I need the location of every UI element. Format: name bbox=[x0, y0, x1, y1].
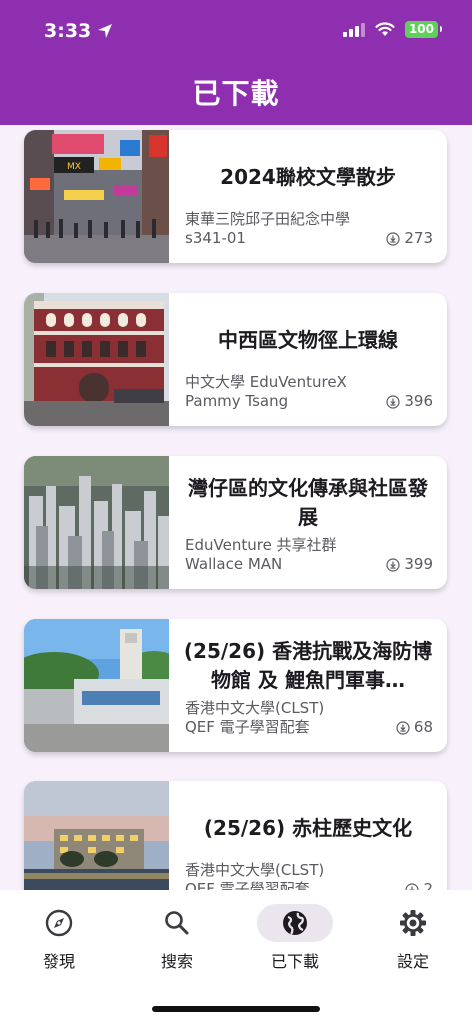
download-count-value: 68 bbox=[413, 718, 433, 736]
download-icon bbox=[386, 557, 400, 572]
download-count: 273 bbox=[386, 229, 433, 248]
thumbnail-waterfront-dusk bbox=[24, 781, 169, 890]
download-count: 396 bbox=[386, 392, 433, 411]
svg-text:MX: MX bbox=[67, 162, 81, 172]
nav-item-downloaded[interactable]: 已下載 bbox=[250, 904, 340, 972]
download-count: 399 bbox=[386, 555, 433, 574]
download-card[interactable]: 灣仔區的文化傳承與社區發展 EduVenture 共享社群 Wallace MA… bbox=[24, 456, 447, 589]
author-line-1: 香港中文大學(CLST) bbox=[185, 861, 325, 879]
status-bar-indicators: 100 bbox=[342, 21, 443, 38]
author-line-1: 香港中文大學(CLST) bbox=[185, 699, 325, 717]
author-line-2: QEF 電子學習配套 bbox=[185, 718, 310, 736]
author-line-1: 東華三院邱子田紀念中學 bbox=[185, 210, 351, 228]
nav-label: 已下載 bbox=[270, 952, 319, 971]
download-count-value: 273 bbox=[404, 229, 433, 247]
nav-label: 發現 bbox=[42, 952, 75, 971]
card-title: (25/26) 香港抗戰及海防博物館 及 鯉魚門軍事… bbox=[183, 639, 433, 692]
thumbnail-museum-monument bbox=[24, 619, 169, 752]
download-card[interactable]: (25/26) 赤柱歷史文化 香港中文大學(CLST) QEF 電子學習配套 2 bbox=[24, 781, 447, 890]
nav-label: 搜索 bbox=[160, 952, 193, 971]
status-time-text: 3:33 bbox=[44, 20, 92, 42]
cellular-signal-icon bbox=[342, 22, 365, 37]
download-icon bbox=[405, 882, 420, 890]
nav-item-search[interactable]: 搜索 bbox=[132, 904, 222, 972]
download-count-value: 2 bbox=[423, 880, 433, 890]
gear-icon bbox=[375, 904, 451, 942]
download-card[interactable]: (25/26) 香港抗戰及海防博物館 及 鯉魚門軍事… 香港中文大學(CLST)… bbox=[24, 619, 447, 752]
home-indicator[interactable] bbox=[152, 1006, 320, 1012]
page-title: 已下載 bbox=[192, 77, 280, 110]
download-count-value: 399 bbox=[404, 555, 433, 573]
card-author: EduVenture 共享社群 Wallace MAN bbox=[185, 536, 337, 574]
download-card[interactable]: MX 2024聯校文學散步 東華三院邱子田紀念中學 s341-01 273 bbox=[24, 130, 447, 263]
globe-icon bbox=[257, 904, 333, 942]
download-count: 2 bbox=[405, 880, 433, 890]
author-line-2: QEF 電子學習配套 bbox=[185, 880, 310, 890]
thumbnail-city-skyline bbox=[24, 456, 169, 589]
author-line-2: s341-01 bbox=[185, 229, 246, 247]
download-card[interactable]: 中西區文物徑上環線 中文大學 EduVentureX Pammy Tsang 3… bbox=[24, 293, 447, 426]
download-icon bbox=[386, 394, 400, 409]
wifi-icon bbox=[375, 22, 395, 36]
author-line-1: 中文大學 EduVentureX bbox=[185, 373, 347, 391]
author-line-1: EduVenture 共享社群 bbox=[185, 536, 337, 554]
location-arrow-icon bbox=[98, 24, 113, 38]
author-line-2: Pammy Tsang bbox=[185, 392, 289, 410]
card-author: 香港中文大學(CLST) QEF 電子學習配套 bbox=[185, 861, 324, 890]
card-author: 東華三院邱子田紀念中學 s341-01 bbox=[185, 210, 350, 248]
downloads-list[interactable]: MX 2024聯校文學散步 東華三院邱子田紀念中學 s341-01 273 中西… bbox=[0, 125, 472, 890]
download-count-value: 396 bbox=[404, 392, 433, 410]
card-title: 2024聯校文學散步 bbox=[220, 164, 396, 189]
battery-icon: 100 bbox=[404, 21, 443, 38]
nav-item-settings[interactable]: 設定 bbox=[368, 904, 458, 972]
app-header: 3:33 100 已下載 bbox=[0, 0, 472, 125]
thumbnail-red-brick-building bbox=[24, 293, 169, 426]
compass-icon bbox=[21, 904, 97, 942]
download-icon bbox=[396, 720, 410, 735]
search-icon bbox=[139, 904, 215, 942]
card-author: 香港中文大學(CLST) QEF 電子學習配套 bbox=[185, 699, 324, 737]
bottom-navigation: 發現 搜索 已下載 設定 bbox=[0, 890, 472, 1024]
status-bar-time: 3:33 bbox=[44, 20, 113, 42]
card-title: 灣仔區的文化傳承與社區發展 bbox=[188, 476, 428, 529]
author-line-2: Wallace MAN bbox=[185, 555, 283, 573]
download-count: 68 bbox=[396, 718, 433, 737]
card-author: 中文大學 EduVentureX Pammy Tsang bbox=[185, 373, 347, 411]
nav-label: 設定 bbox=[396, 952, 429, 971]
card-title: 中西區文物徑上環線 bbox=[218, 327, 398, 352]
card-title: (25/26) 赤柱歷史文化 bbox=[203, 815, 413, 840]
thumbnail-street-neon-signs: MX bbox=[24, 130, 169, 263]
nav-item-discover[interactable]: 發現 bbox=[14, 904, 104, 972]
download-icon bbox=[386, 231, 400, 246]
